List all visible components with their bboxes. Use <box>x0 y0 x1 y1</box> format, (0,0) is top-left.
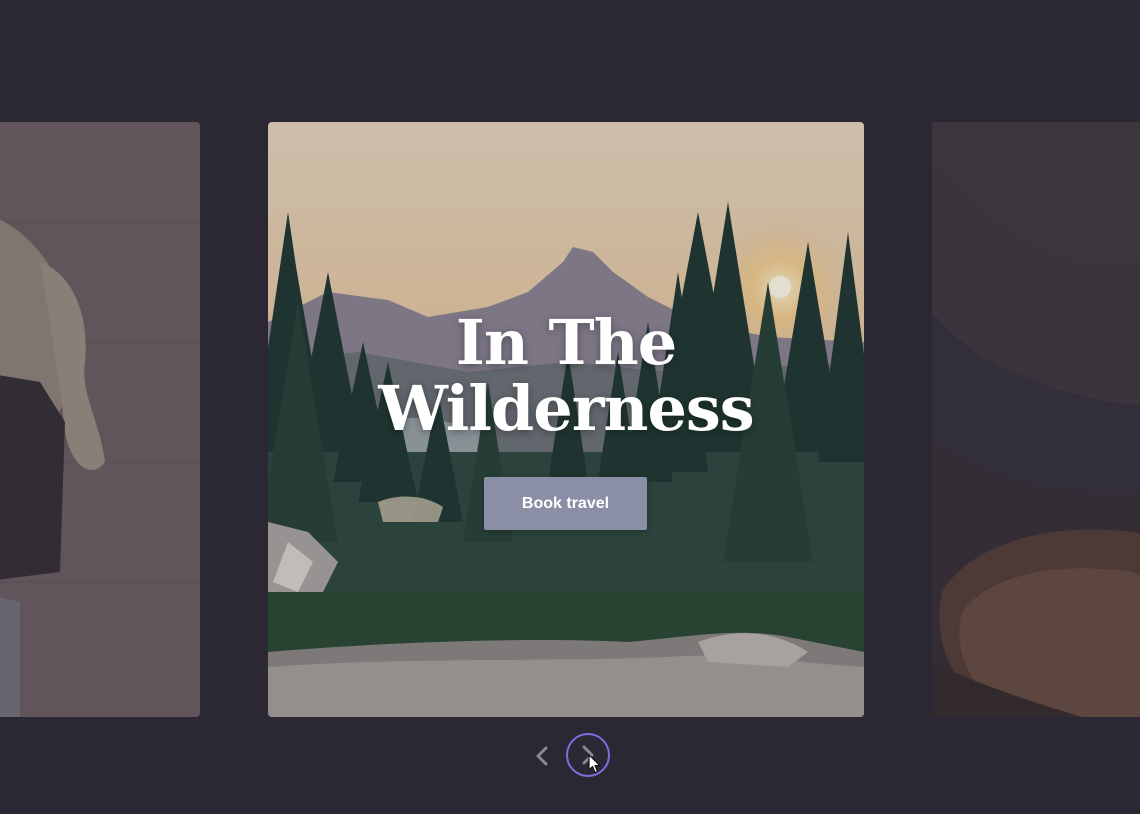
slide-active: In The Wilderness Book travel <box>268 122 864 717</box>
book-travel-button[interactable]: Book travel <box>484 477 647 530</box>
slide-title-line-2: Wilderness <box>378 372 754 445</box>
previous-slide-button[interactable] <box>519 733 565 779</box>
carousel-navigation <box>0 733 1140 781</box>
slide-dim-overlay <box>932 122 1140 717</box>
slide-next[interactable] <box>932 122 1140 717</box>
slide-dim-overlay <box>0 122 200 717</box>
chevron-left-icon <box>536 746 548 766</box>
mouse-pointer-icon <box>588 754 601 774</box>
slide-title-line-1: In The <box>455 306 677 379</box>
slide-title: In The Wilderness <box>268 310 864 442</box>
carousel-stage: In The Wilderness Book travel <box>0 0 1140 814</box>
slide-previous[interactable] <box>0 122 200 717</box>
